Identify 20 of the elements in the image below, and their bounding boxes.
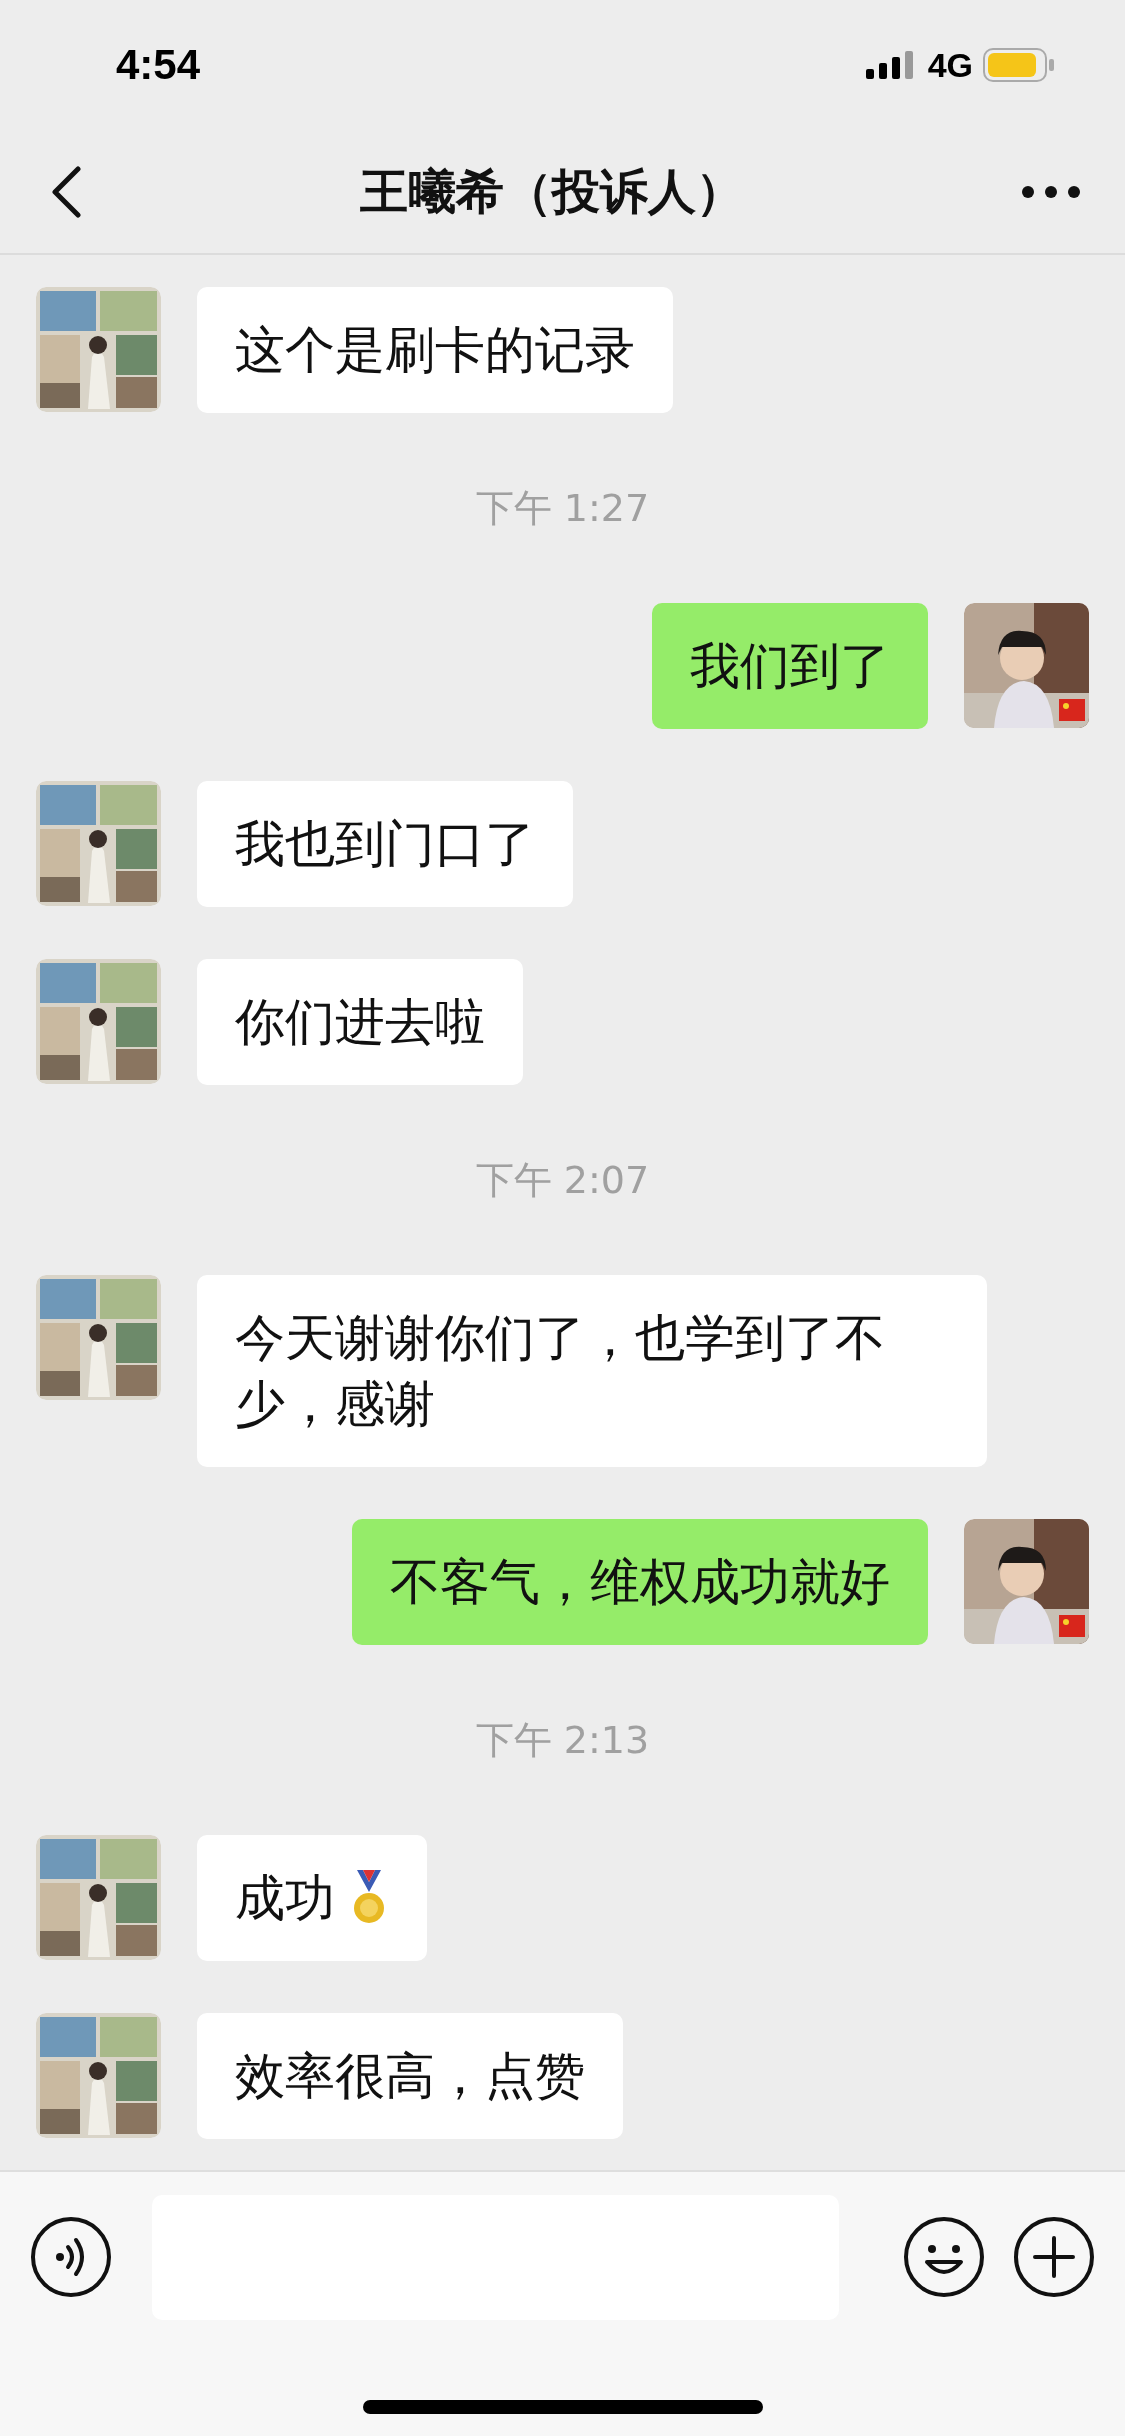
status-time: 4:54 [116, 41, 201, 89]
received-message[interactable]: 你们进去啦 [197, 959, 523, 1085]
sent-message[interactable]: 我们到了 [652, 603, 928, 729]
back-icon[interactable] [50, 165, 82, 218]
chat-title: 王曦希（投诉人） [359, 161, 744, 221]
received-message[interactable]: 成功 [197, 1835, 427, 1961]
timestamp: 下午 2:13 [475, 1717, 650, 1764]
plus-icon[interactable] [1013, 2216, 1095, 2298]
received-message[interactable]: 效率很高，点赞 [197, 2013, 623, 2139]
more-icon[interactable] [1021, 184, 1081, 199]
emoji-icon[interactable] [903, 2216, 985, 2298]
network-label: 4G [927, 45, 973, 85]
received-message[interactable]: 这个是刷卡的记录 [197, 287, 673, 413]
timestamp: 下午 1:27 [475, 485, 650, 532]
received-message[interactable]: 今天谢谢你们了，也学到了不少，感谢 [197, 1275, 987, 1467]
timestamp: 下午 2:07 [475, 1157, 650, 1204]
voice-icon[interactable] [30, 2216, 112, 2298]
received-message[interactable]: 我也到门口了 [197, 781, 573, 907]
sent-message[interactable]: 不客气，维权成功就好 [352, 1519, 928, 1645]
battery-icon [983, 48, 1055, 82]
